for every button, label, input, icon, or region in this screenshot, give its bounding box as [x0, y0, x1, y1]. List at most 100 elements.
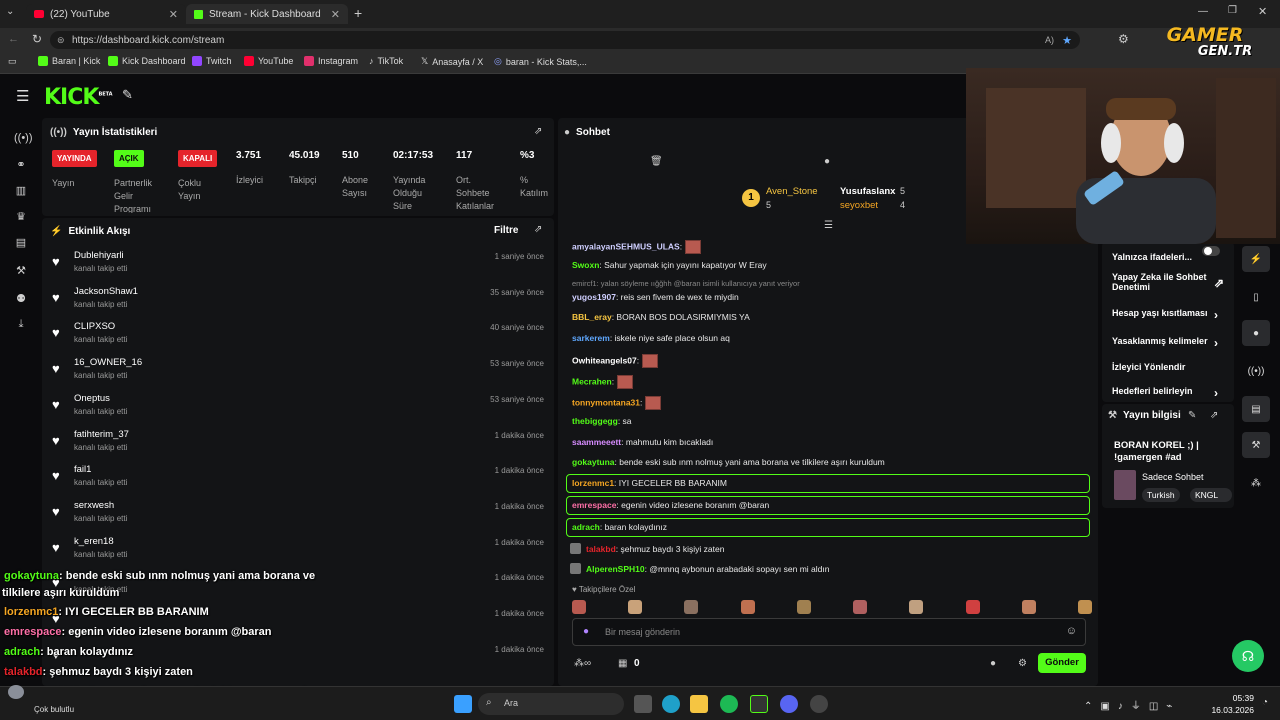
bookmark-tiktok[interactable]: ♪ TikTok — [369, 56, 403, 66]
emoji-icon[interactable]: ☺ — [1066, 625, 1077, 637]
chat-username[interactable]: yugos1907 — [572, 292, 616, 302]
pin-icon[interactable]: ✎ — [122, 87, 133, 103]
activity-row[interactable]: ♥ serxwesh kanalı takip etti 1 dakika önce — [52, 500, 544, 536]
clock-date[interactable]: 16.03.2026 — [1206, 705, 1254, 715]
emote-icon[interactable] — [572, 600, 586, 614]
chat-username[interactable]: adrach — [572, 522, 600, 532]
mic-icon[interactable]: ● — [583, 626, 589, 637]
link-icon[interactable]: ⚭ — [14, 158, 28, 172]
emote-icon[interactable] — [965, 600, 980, 614]
bookmark-kick-stats[interactable]: ◎ baran - Kick Stats,... — [494, 56, 587, 67]
bookmark-instagram[interactable]: Instagram — [304, 56, 358, 66]
chat-username[interactable]: talakbd — [586, 544, 616, 554]
analytics-icon[interactable]: ▥ — [14, 184, 28, 198]
close-icon[interactable]: ✕ — [331, 8, 340, 21]
emote-icon[interactable] — [628, 600, 643, 614]
read-aloud-icon[interactable]: A) — [1045, 35, 1054, 45]
taskbar-search[interactable]: ⌕ Ara — [478, 693, 624, 715]
new-tab-icon[interactable]: + — [354, 5, 362, 21]
chat-message[interactable]: tonnymontana31: — [572, 396, 662, 410]
close-icon[interactable]: ✕ — [169, 8, 178, 21]
chat-mode-icon[interactable]: ● — [824, 156, 830, 167]
emote-icon[interactable] — [1021, 600, 1036, 614]
chat-message[interactable]: saammeeett: mahmutu kim bıcakladı — [572, 437, 713, 447]
emote-icon[interactable] — [796, 600, 811, 614]
chat-username[interactable]: Mecrahen — [572, 376, 612, 386]
chat-username[interactable]: Owhiteangels07 — [572, 355, 637, 365]
emote-only-toggle[interactable] — [1202, 246, 1220, 256]
chat-setting-item[interactable]: Hesap yaşı kısıtlaması — [1112, 308, 1212, 318]
chat-setting-item[interactable]: Hedefleri belirleyin — [1112, 386, 1212, 396]
download-icon[interactable]: ⤓ — [14, 318, 28, 332]
chat-username[interactable]: AlperenSPH10 — [586, 564, 645, 574]
users-icon[interactable]: ⚉ — [14, 292, 28, 306]
trash-icon[interactable]: 🗑 — [650, 156, 663, 167]
edit-icon[interactable]: ✎ — [1188, 410, 1196, 421]
chat-icon[interactable]: ● — [1242, 320, 1270, 346]
emote-icon[interactable] — [909, 600, 924, 614]
menu-icon[interactable]: ☰ — [16, 87, 29, 105]
chat-username[interactable]: saammeeett — [572, 437, 621, 447]
gifter-name[interactable]: seyoxbet — [840, 200, 878, 211]
chevron-right-icon[interactable]: › — [1214, 308, 1218, 322]
url-field[interactable]: ⊜ https://dashboard.kick.com/stream A) ★ — [50, 31, 1080, 49]
tools-icon[interactable]: ⚒ — [14, 264, 28, 278]
chat-message[interactable]: Owhiteangels07: — [572, 354, 659, 368]
chat-message[interactable]: lorzenmc1: IYI GECELER BB BARANIM — [572, 478, 727, 488]
maximize-icon[interactable]: ❐ — [1228, 5, 1237, 16]
activity-row[interactable]: ♥ fatihterim_37 kanalı takip etti 1 dakika … — [52, 429, 544, 465]
layout-icon[interactable]: ▤ — [1242, 396, 1270, 422]
chat-message[interactable]: adrach: baran kolaydınız — [572, 522, 667, 532]
chat-setting-item[interactable]: Yalnızca ifadeleri... — [1112, 252, 1212, 262]
tag-pill[interactable]: KNGL — [1190, 488, 1232, 502]
chat-message[interactable]: gokaytuna: bende eski sub ınm nolmuş yan… — [572, 457, 885, 467]
chat-message[interactable]: BBL_eray: BORAN BOS DOLASIRMIYMIS YA — [572, 312, 750, 322]
chat-message[interactable]: thebiggegg: sa — [572, 416, 632, 426]
layout-icon[interactable]: ▤ — [14, 236, 28, 250]
close-window-icon[interactable]: ✕ — [1258, 5, 1267, 18]
activity-row[interactable]: ♥ Oneptus kanalı takip etti 53 saniye önce — [52, 393, 544, 429]
app-icon[interactable] — [750, 695, 768, 713]
activity-row[interactable]: ♥ k_eren18 kanalı takip etti 1 dakika önce — [52, 536, 544, 572]
popout-icon[interactable]: ⇗ — [1210, 410, 1218, 421]
chat-settings-bubble-icon[interactable]: ● — [990, 658, 996, 669]
chat-message[interactable]: talakbd: şehmuz baydı 3 kişiyi zaten — [570, 543, 724, 554]
bookmark-baran-kick[interactable]: Baran | Kick — [38, 56, 100, 66]
extensions-icon[interactable]: ⚙ — [1118, 32, 1129, 46]
activity-row[interactable]: ♥ fail1 kanalı takip etti 1 dakika önce — [52, 464, 544, 500]
broadcast-icon[interactable]: ((•)) — [1242, 358, 1270, 384]
kick-logo[interactable]: KICKBETA — [44, 85, 113, 110]
bookmark-kick-dashboard[interactable]: Kick Dashboard — [108, 56, 186, 66]
popout-icon[interactable]: ⇗ — [1214, 276, 1224, 290]
discord-icon[interactable] — [780, 695, 798, 713]
bookmark-folder-icon[interactable]: ▭ — [8, 56, 17, 67]
bookmark-x[interactable]: 𝕏 Anasayfa / X — [421, 56, 483, 67]
bookmark-twitch[interactable]: Twitch — [192, 56, 232, 66]
collapse-icon[interactable]: ☰ — [824, 220, 833, 231]
category-name[interactable]: Sadece Sohbet — [1142, 472, 1204, 482]
chat-username[interactable]: gokaytuna — [572, 457, 615, 467]
gifter-name[interactable]: Aven_Stone — [766, 186, 818, 197]
popout-icon[interactable]: ⇗ — [534, 224, 542, 235]
chat-setting-item[interactable]: Yapay Zeka ile Sohbet Denetimi — [1112, 272, 1212, 292]
chat-message[interactable]: AlperenSPH10: @mnnq aybonun arabadaki so… — [570, 563, 829, 574]
store-icon[interactable]: ▦ — [618, 658, 627, 669]
clock-time[interactable]: 05:39 — [1222, 693, 1254, 703]
document-icon[interactable]: ▯ — [1242, 284, 1270, 310]
chat-message[interactable]: Swoxn: Sahur yapmak için yayını kapatıyo… — [572, 260, 767, 270]
obs-icon[interactable] — [810, 695, 828, 713]
activity-row[interactable]: ♥ JacksonShaw1 kanalı takip etti 35 saniye … — [52, 286, 544, 322]
tag-pill[interactable]: Turkish — [1142, 488, 1180, 502]
trophy-icon[interactable]: ♛ — [14, 210, 28, 224]
tab-list-icon[interactable]: ⌄ — [6, 6, 22, 22]
explorer-icon[interactable] — [690, 695, 708, 713]
spotify-icon[interactable] — [720, 695, 738, 713]
chat-settings-icon[interactable]: ⚙ — [1018, 658, 1027, 669]
chat-message[interactable]: amyalayanSEHMUS_ULAS: — [572, 240, 702, 254]
chevron-right-icon[interactable]: › — [1214, 336, 1218, 350]
tab-youtube[interactable]: (22) YouTube ✕ — [26, 4, 186, 24]
tab-kick-dashboard[interactable]: Stream - Kick Dashboard ✕ — [186, 4, 348, 24]
back-icon[interactable]: ← — [8, 33, 19, 45]
edge-icon[interactable] — [662, 695, 680, 713]
chat-username[interactable]: thebiggegg — [572, 416, 618, 426]
